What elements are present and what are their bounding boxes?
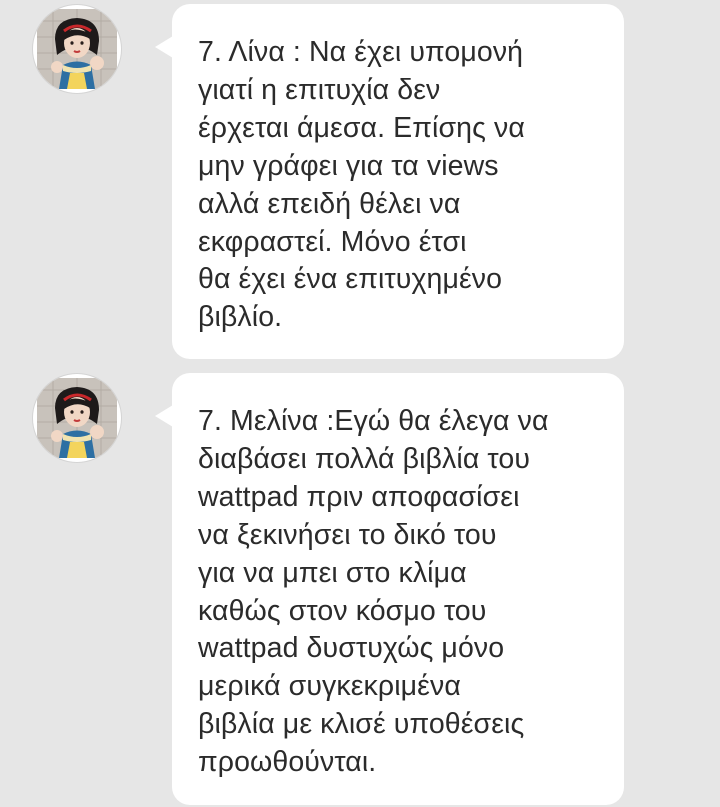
bubble-tail (155, 405, 173, 427)
bubble-tail (155, 36, 173, 58)
message-bubble: 7. Μελίνα :Εγώ θα έλεγα να διαβάσει πολλ… (155, 373, 624, 805)
message-text: 7. Λίνα : Να έχει υπομονή γιατί η επιτυχ… (198, 36, 525, 334)
snow-white-avatar-icon (37, 378, 117, 458)
message-bubble: 7. Λίνα : Να έχει υπομονή γιατί η επιτυχ… (155, 4, 624, 359)
snow-white-avatar-icon (37, 9, 117, 89)
avatar[interactable] (33, 374, 121, 462)
avatar[interactable] (33, 5, 121, 93)
message-text: 7. Μελίνα :Εγώ θα έλεγα να διαβάσει πολλ… (198, 405, 549, 779)
